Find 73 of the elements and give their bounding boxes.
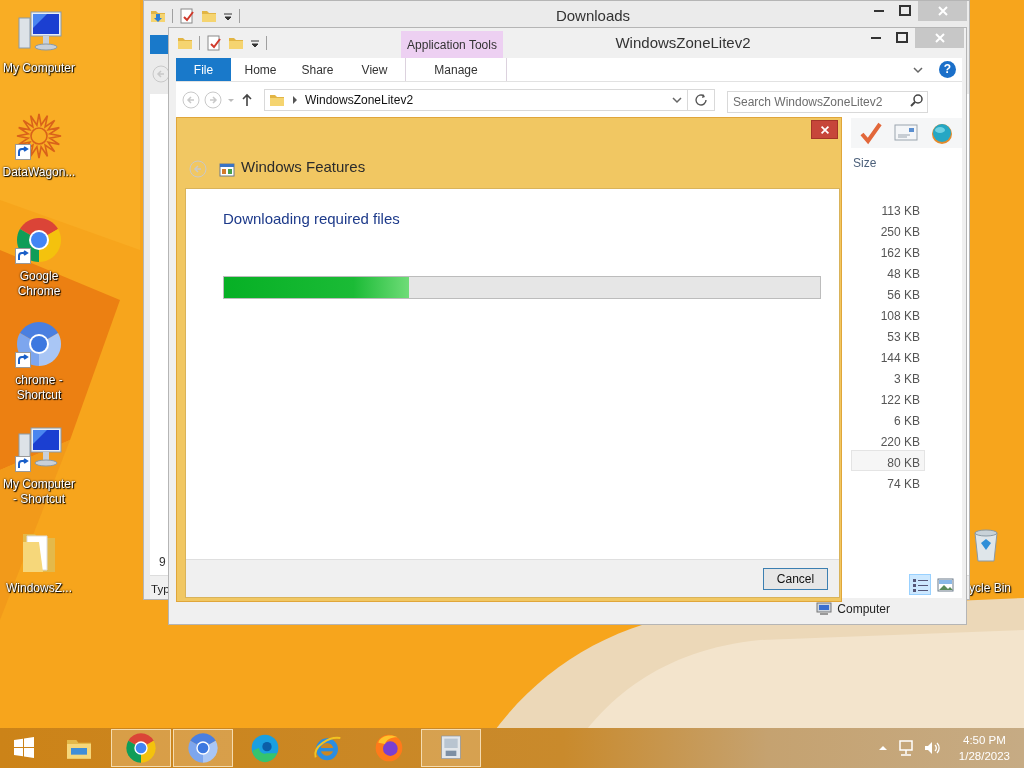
table-cell-text: 9 bbox=[159, 554, 167, 571]
properties-icon[interactable] bbox=[179, 8, 195, 24]
help-button[interactable]: ? bbox=[939, 61, 956, 78]
table-cell[interactable]: 250 KB bbox=[851, 219, 925, 240]
refresh-icon bbox=[694, 93, 708, 107]
maximize-icon bbox=[898, 4, 912, 18]
table-cell[interactable]: 144 KB bbox=[851, 345, 925, 366]
up-arrow-icon[interactable] bbox=[240, 92, 254, 108]
checkmark-icon[interactable] bbox=[858, 121, 883, 145]
back-icon[interactable] bbox=[182, 91, 200, 109]
back-icon[interactable] bbox=[152, 65, 170, 83]
table-cell[interactable]: 3 KB bbox=[851, 366, 925, 387]
table-cell[interactable]: 53 KB bbox=[851, 324, 925, 345]
context-tab-header: Application Tools bbox=[401, 31, 503, 58]
window-title: Downloads bbox=[554, 5, 632, 26]
window-title: WindowsZoneLitev2 bbox=[614, 32, 752, 53]
minimize-icon bbox=[871, 37, 881, 39]
browser-icon[interactable] bbox=[15, 320, 63, 368]
chevron-icon[interactable] bbox=[671, 94, 683, 106]
refresh-button[interactable] bbox=[688, 89, 715, 111]
dialog-title: Windows Features bbox=[241, 156, 366, 177]
ribbon-tab[interactable]: Home bbox=[232, 58, 289, 81]
table-cell[interactable]: 113 KB bbox=[851, 198, 925, 219]
table-cell[interactable]: 48 KB bbox=[851, 261, 925, 282]
ribbon-tab[interactable]: Share bbox=[289, 58, 346, 81]
computer-icon bbox=[816, 601, 833, 617]
search-icon[interactable] bbox=[909, 93, 923, 107]
star-icon[interactable] bbox=[15, 112, 63, 160]
cancel-button[interactable]: Cancel bbox=[763, 567, 828, 590]
status-text: Computer bbox=[837, 601, 890, 618]
folder-icon[interactable] bbox=[228, 35, 244, 51]
table-cell[interactable]: 108 KB bbox=[851, 303, 925, 324]
table-cell[interactable]: 80 KB bbox=[851, 450, 925, 471]
download-folder-icon[interactable] bbox=[150, 8, 166, 24]
close-icon bbox=[935, 4, 950, 18]
folder-icon[interactable] bbox=[177, 35, 193, 51]
close-icon bbox=[932, 31, 947, 45]
table-cell[interactable]: 74 KB bbox=[851, 471, 925, 492]
close-icon bbox=[818, 123, 831, 136]
folder-icon bbox=[269, 92, 285, 108]
view-button[interactable] bbox=[909, 574, 931, 595]
taskbar-button[interactable] bbox=[421, 729, 481, 767]
breadcrumb-link[interactable]: WindowsZoneLitev2 bbox=[305, 91, 665, 109]
breadcrumb-arrow-icon bbox=[291, 95, 299, 105]
browser-icon bbox=[373, 732, 405, 764]
windows-logo-icon bbox=[12, 736, 36, 760]
column-header[interactable]: Size bbox=[851, 148, 962, 170]
browser-icon[interactable] bbox=[15, 216, 63, 264]
maximize-icon bbox=[895, 31, 909, 45]
table-cell[interactable]: 220 KB bbox=[851, 429, 925, 450]
forward-icon[interactable] bbox=[204, 91, 222, 109]
table-cell[interactable]: 162 KB bbox=[851, 240, 925, 261]
browser-icon bbox=[125, 732, 157, 764]
taskbar-button[interactable] bbox=[173, 729, 233, 767]
close-button[interactable] bbox=[811, 120, 838, 139]
heading: Downloading required files bbox=[223, 210, 401, 228]
globe-icon[interactable] bbox=[930, 121, 955, 145]
folder-icon[interactable] bbox=[201, 8, 217, 24]
table-cell[interactable]: 122 KB bbox=[851, 387, 925, 408]
thumbnails-view-icon bbox=[935, 575, 955, 594]
properties-icon[interactable] bbox=[206, 35, 222, 51]
minimize-icon bbox=[874, 10, 884, 12]
app-icon bbox=[219, 162, 235, 178]
browser-icon bbox=[187, 732, 219, 764]
ribbon-tab[interactable]: View bbox=[346, 58, 403, 81]
taskbar-button[interactable] bbox=[111, 729, 171, 767]
browser-icon bbox=[249, 732, 281, 764]
table-cell[interactable]: 56 KB bbox=[851, 282, 925, 303]
address-bar[interactable]: WindowsZoneLitev2 bbox=[264, 89, 688, 111]
table-cell[interactable]: 6 KB bbox=[851, 408, 925, 429]
file-tab[interactable]: File bbox=[176, 58, 231, 81]
search-field[interactable]: Search WindowsZoneLitev2 bbox=[727, 91, 928, 113]
network-icon[interactable] bbox=[896, 739, 915, 757]
